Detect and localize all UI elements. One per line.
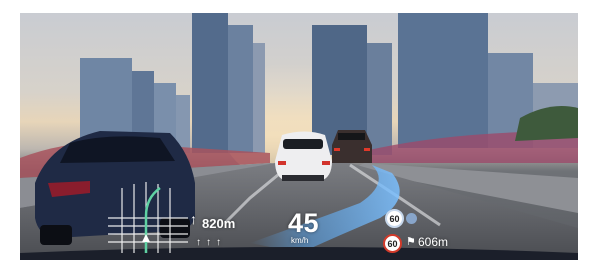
- hud-view: ↑ 820m ↑↑↑ 45 km/h 60 60 ⚑ 606m: [20, 13, 578, 260]
- camera-indicator-icon: [406, 213, 417, 224]
- car-ahead-right: [332, 130, 372, 163]
- current-speed: 45: [288, 208, 320, 238]
- camera-distance: 606m: [418, 235, 449, 249]
- lane-guidance-arrows: ↑↑↑: [196, 237, 226, 248]
- speed-limit-sign-lower: 60: [383, 234, 402, 253]
- lane-map: [108, 182, 188, 253]
- speed-unit: km/h: [291, 236, 309, 245]
- speed-limit-sign-upper: 60: [385, 209, 404, 228]
- lead-car: [275, 131, 332, 181]
- next-turn-distance: 820m: [202, 216, 236, 231]
- ego-position-marker: [142, 234, 150, 242]
- turn-arrow-icon: ↑: [190, 211, 197, 227]
- flag-icon: ⚑: [406, 236, 416, 248]
